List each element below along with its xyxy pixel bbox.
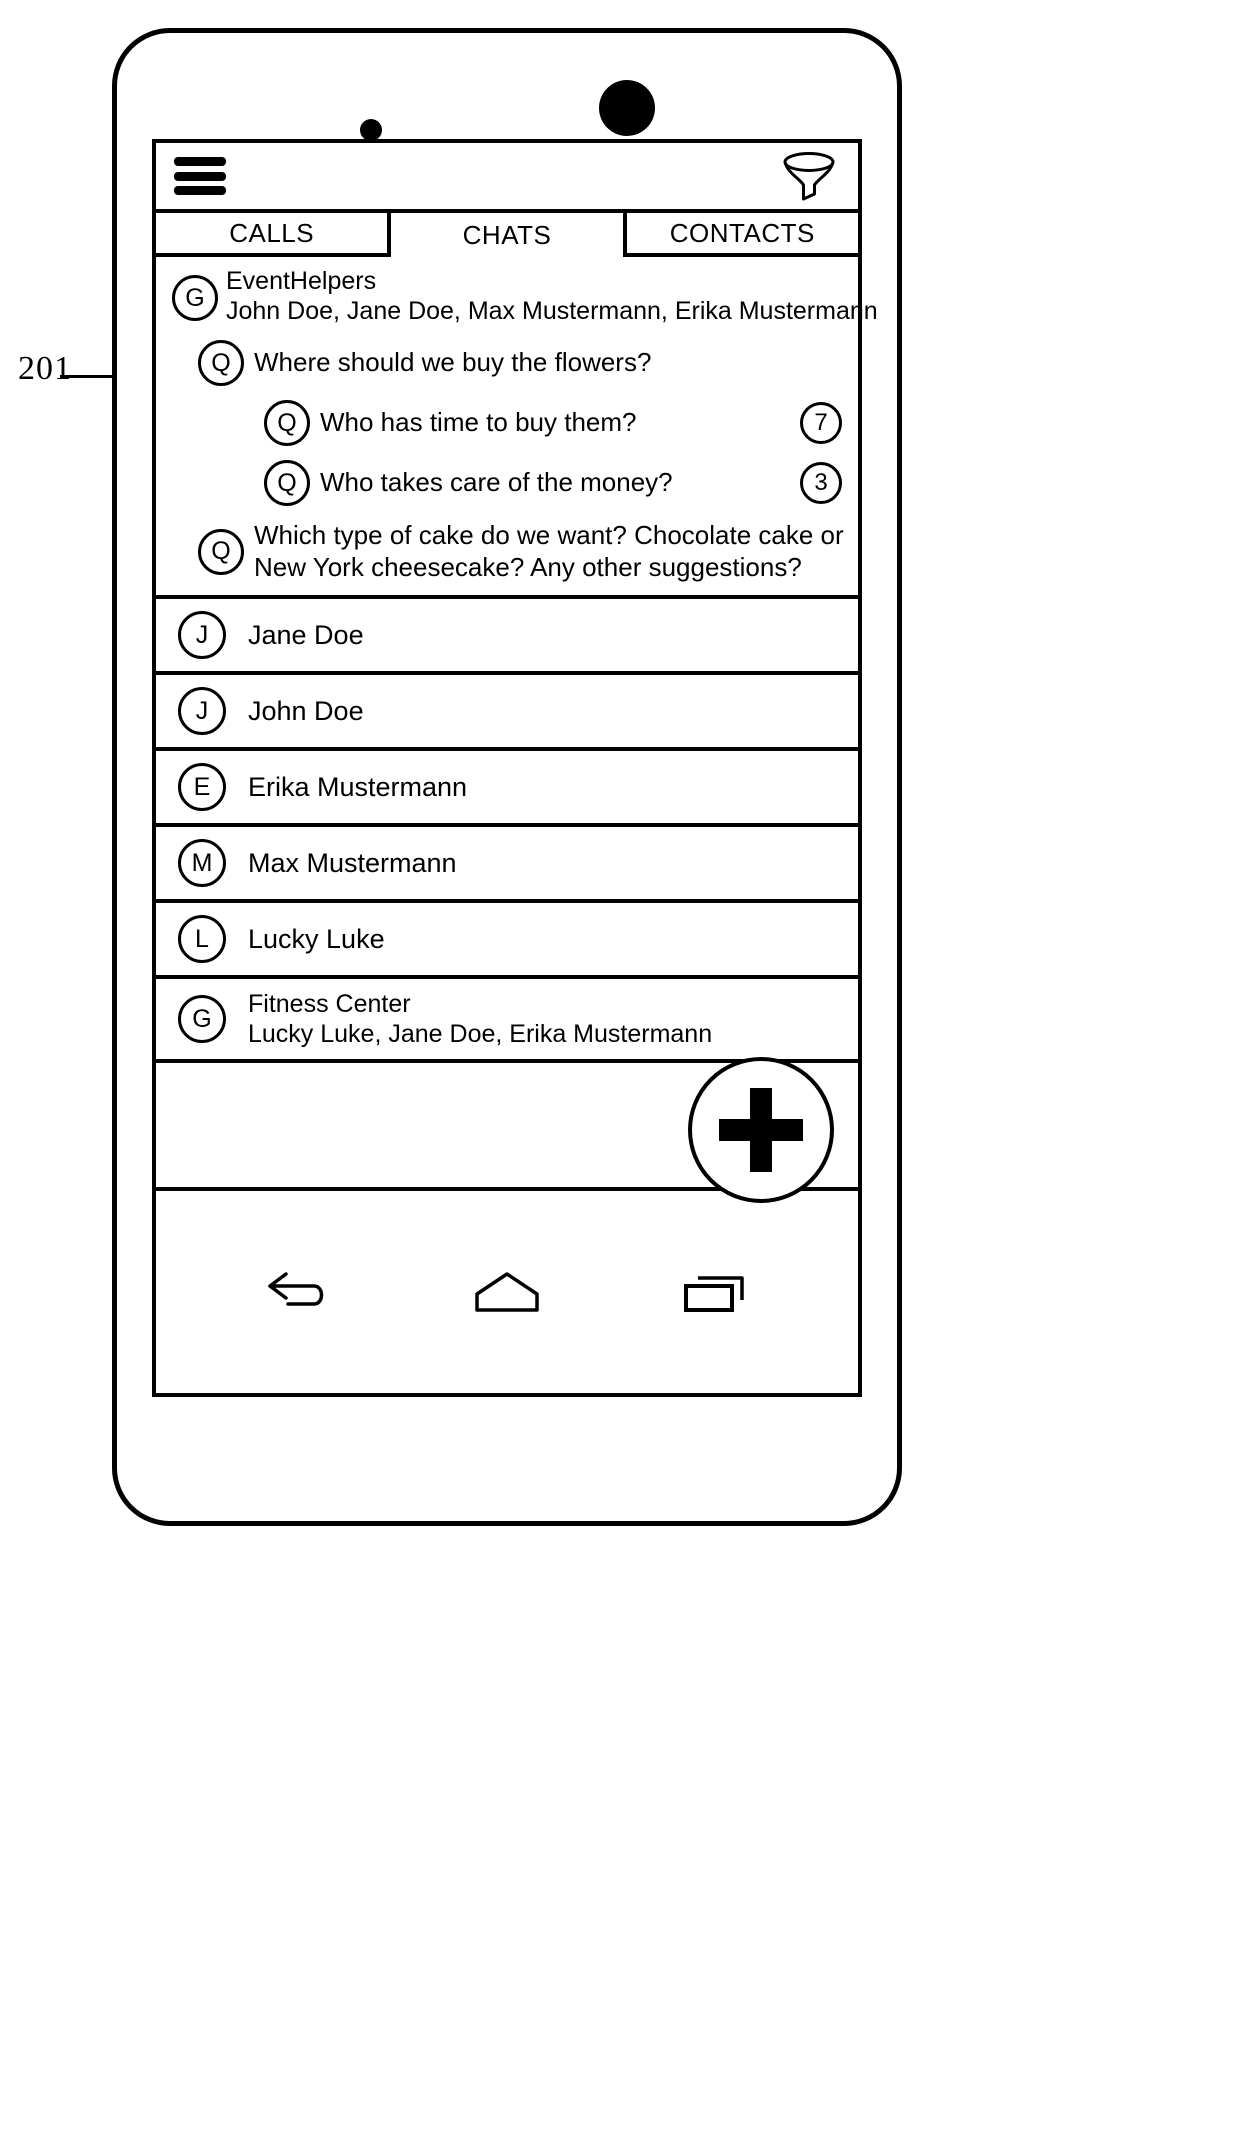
add-chat-fab[interactable]	[688, 1057, 834, 1204]
tab-calls[interactable]: CALLS	[156, 213, 392, 257]
question-marker-icon: Q	[198, 340, 244, 386]
list-item-members: Lucky Luke, Jane Doe, Erika Mustermann	[248, 1020, 713, 1049]
question-row[interactable]: Q Which type of cake do we want? Chocola…	[164, 520, 850, 583]
patent-figure: 201 CALLS CHATS CONTACTS G EventHelpers …	[0, 0, 1240, 2130]
tab-bar: CALLS CHATS CONTACTS	[156, 213, 858, 257]
back-arrow-icon[interactable]	[262, 1264, 338, 1320]
recent-apps-icon[interactable]	[676, 1264, 752, 1320]
thread-title: EventHelpers	[226, 267, 377, 295]
list-item[interactable]: M Max Mustermann	[156, 827, 858, 904]
group-avatar: G	[172, 275, 218, 321]
thread-header: G EventHelpers John Doe, Jane Doe, Max M…	[164, 267, 878, 326]
tab-chats-label: CHATS	[462, 219, 552, 250]
avatar: L	[178, 915, 226, 964]
question-text: Who takes care of the money?	[320, 467, 673, 498]
question-row[interactable]: Q Where should we buy the flowers?	[164, 340, 850, 386]
list-item-name: Fitness Center	[248, 989, 411, 1018]
answer-count-badge: 7	[800, 402, 842, 444]
hamburger-menu-icon[interactable]	[174, 157, 226, 195]
list-item[interactable]: L Lucky Luke	[156, 903, 858, 980]
proximity-sensor-dot	[360, 119, 382, 141]
question-row[interactable]: Q Who takes care of the money? 3	[164, 460, 850, 506]
question-marker-icon: Q	[264, 400, 310, 446]
chat-thread-card[interactable]: G EventHelpers John Doe, Jane Doe, Max M…	[156, 257, 878, 600]
tab-contacts-label: CONTACTS	[669, 217, 815, 248]
tab-contacts[interactable]: CONTACTS	[622, 213, 858, 257]
list-item-name: Max Mustermann	[248, 848, 457, 879]
system-navigation-bar	[156, 1191, 858, 1393]
list-item-name: Jane Doe	[248, 620, 364, 651]
front-camera-dot	[599, 80, 655, 136]
avatar: J	[178, 611, 226, 660]
thread-participants: John Doe, Jane Doe, Max Mustermann, Erik…	[226, 296, 878, 325]
question-row[interactable]: Q Who has time to buy them? 7	[164, 400, 850, 446]
tab-calls-label: CALLS	[229, 217, 315, 248]
question-marker-icon: Q	[264, 460, 310, 506]
home-pentagon-icon[interactable]	[469, 1264, 545, 1320]
avatar: G	[178, 995, 226, 1044]
answer-count-badge: 3	[800, 462, 842, 504]
list-item[interactable]: G Fitness Center Lucky Luke, Jane Doe, E…	[156, 979, 858, 1064]
avatar: E	[178, 763, 226, 812]
list-item-name: John Doe	[248, 696, 364, 727]
question-text: Which type of cake do we want? Chocolate…	[254, 520, 844, 582]
fab-row	[156, 1057, 858, 1204]
list-item[interactable]: J John Doe	[156, 675, 858, 752]
funnel-filter-icon[interactable]	[782, 151, 836, 203]
avatar: J	[178, 687, 226, 736]
list-item[interactable]: E Erika Mustermann	[156, 751, 858, 828]
question-text: Who has time to buy them?	[320, 407, 637, 438]
list-item-name: Erika Mustermann	[248, 772, 468, 803]
reference-numeral-201: 201	[18, 350, 72, 387]
app-bar	[156, 143, 858, 213]
plus-icon-bar	[719, 1119, 803, 1142]
question-text: Where should we buy the flowers?	[254, 347, 652, 378]
list-item[interactable]: J Jane Doe	[156, 599, 858, 676]
phone-screen: CALLS CHATS CONTACTS G EventHelpers John…	[152, 139, 878, 1397]
question-marker-icon: Q	[198, 528, 244, 575]
tab-chats[interactable]: CHATS	[391, 213, 622, 257]
list-item-name: Lucky Luke	[248, 924, 385, 955]
avatar: M	[178, 839, 226, 888]
